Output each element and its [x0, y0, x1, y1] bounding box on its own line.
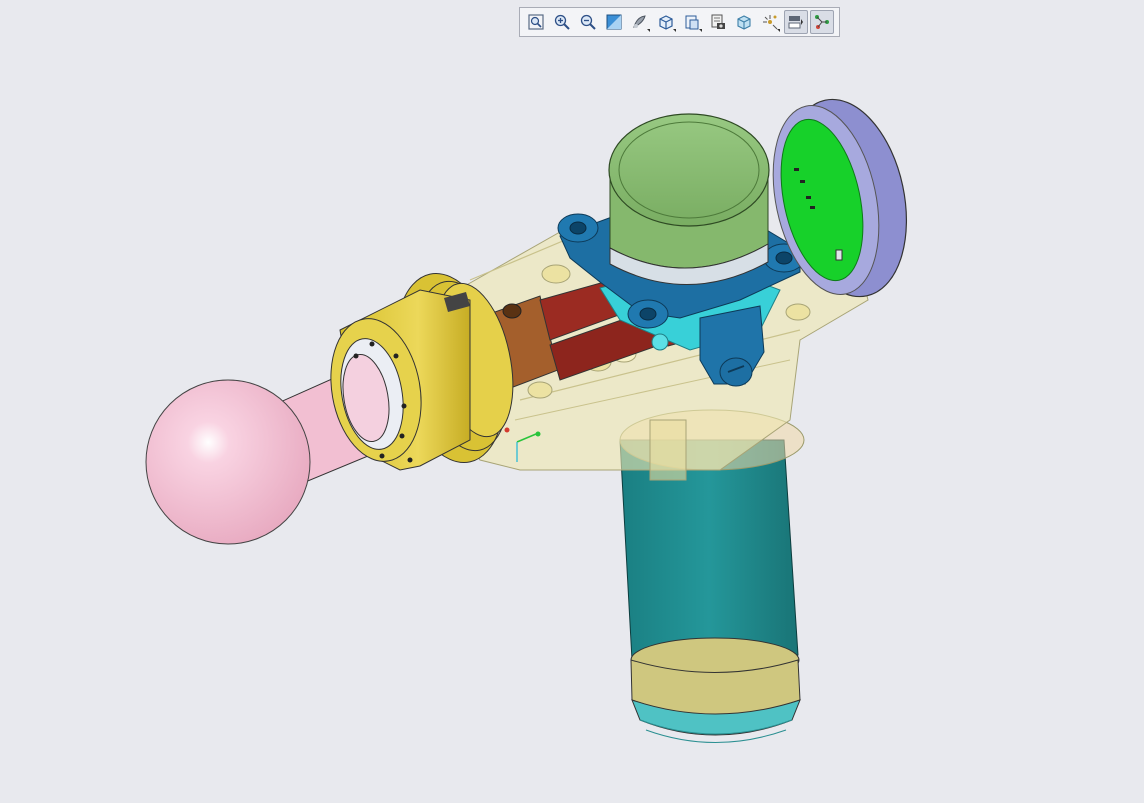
multi-view-button[interactable] [680, 10, 704, 34]
view-toolbar [519, 7, 840, 37]
normal-view-icon [606, 14, 622, 30]
render-style-icon [737, 15, 751, 30]
swap-visible-button[interactable] [810, 10, 834, 34]
model-scene[interactable] [0, 0, 1144, 803]
swap-visible-icon [815, 15, 829, 29]
3d-viewport[interactable] [0, 0, 1144, 803]
shading-button[interactable] [628, 10, 652, 34]
zoom-in-icon [554, 14, 570, 30]
iso-view-button[interactable] [654, 10, 678, 34]
zoom-in-button[interactable] [550, 10, 574, 34]
normal-view-button[interactable] [602, 10, 626, 34]
hide-show-button[interactable] [784, 10, 808, 34]
zoom-out-button[interactable] [576, 10, 600, 34]
capture-icon [711, 14, 725, 29]
motor-cap[interactable] [608, 113, 770, 285]
fit-all-icon [528, 14, 544, 30]
render-style-button[interactable] [732, 10, 756, 34]
zoom-out-icon [580, 14, 596, 30]
massage-ball[interactable] [145, 379, 311, 545]
explode-button[interactable] [758, 10, 782, 34]
capture-button[interactable] [706, 10, 730, 34]
fit-all-button[interactable] [524, 10, 548, 34]
hide-show-icon [788, 16, 803, 29]
